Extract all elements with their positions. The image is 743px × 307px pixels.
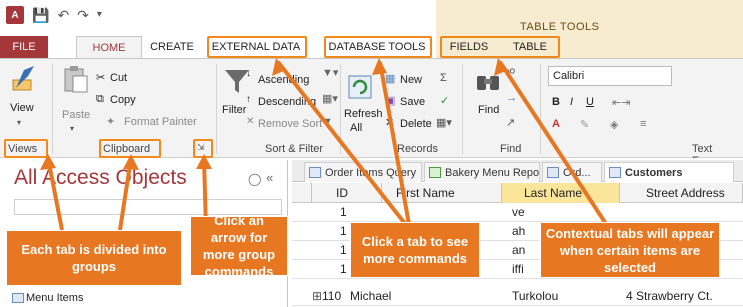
callout-groups: Each tab is divided into groups [6,230,182,286]
arrow-to-contextual-tabs [498,60,612,232]
arrowhead [196,154,212,169]
arrow-to-external-data [276,60,412,232]
callout-arrow: Click an arrow for more group commands [190,213,288,279]
arrowhead [372,58,387,75]
arrowhead [123,154,139,170]
arrow-to-database-tools [378,61,412,231]
arrowhead [40,154,56,170]
arrow-to-views [46,157,64,231]
callout-contextual: Contextual tabs will appear when certain… [540,222,720,278]
callout-tab: Click a tab to see more commands [350,222,480,278]
